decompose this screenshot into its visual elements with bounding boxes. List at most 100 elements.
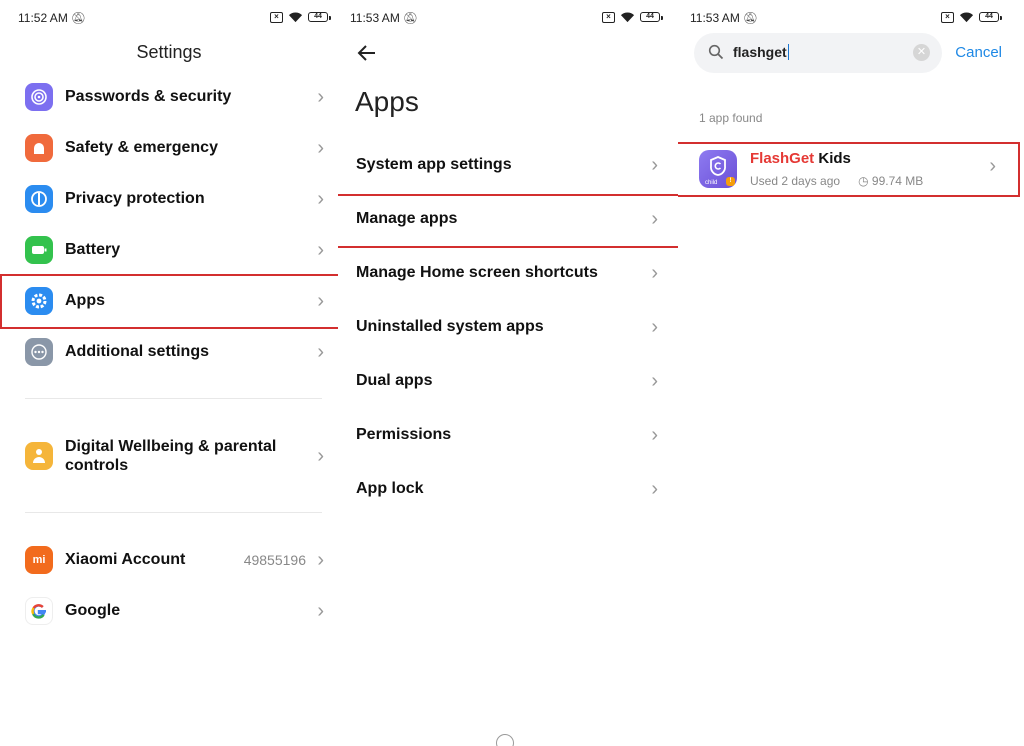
- settings-item-digital-wellbeing[interactable]: Digital Wellbeing & parental controls ›: [0, 430, 338, 482]
- settings-item-battery[interactable]: Battery ›: [0, 225, 338, 275]
- chevron-right-icon: ›: [317, 136, 324, 159]
- chevron-right-icon: ›: [317, 238, 324, 261]
- apps-item-manage-apps[interactable]: Manage apps ›: [338, 193, 678, 245]
- app-name-match: FlashGet: [750, 150, 815, 167]
- chevron-right-icon: ›: [317, 444, 324, 467]
- fingerprint-icon: [25, 83, 53, 111]
- status-bar: 11:52 AM 🔕︎ × 44: [0, 10, 338, 26]
- back-arrow-icon[interactable]: [356, 42, 378, 64]
- status-time-text: 11:53 AM: [690, 11, 740, 25]
- settings-item-google[interactable]: Google ›: [0, 586, 338, 636]
- mute-icon: 🔕︎: [402, 11, 419, 25]
- chevron-right-icon: ›: [317, 187, 324, 210]
- status-bar: 11:53 AM 🔕︎ × 44: [338, 10, 678, 26]
- settings-item-label: Safety & emergency: [65, 139, 218, 156]
- status-time-text: 11:52 AM: [18, 11, 68, 25]
- more-icon: [25, 338, 53, 366]
- search-query: flashget: [733, 44, 787, 60]
- chevron-right-icon: ›: [651, 369, 658, 392]
- clock-icon: ◷: [858, 174, 869, 188]
- wifi-icon: [959, 12, 974, 23]
- google-icon: [25, 597, 53, 625]
- home-indicator-icon: [496, 734, 514, 746]
- settings-item-safety-emergency[interactable]: Safety & emergency ›: [0, 123, 338, 173]
- chevron-right-icon: ›: [317, 289, 324, 312]
- sim-icon: ×: [270, 11, 283, 23]
- mi-icon: mi: [25, 546, 53, 574]
- apps-item-label: Permissions: [356, 426, 452, 443]
- chevron-right-icon: ›: [317, 599, 324, 622]
- apps-item-label: Manage Home screen shortcuts: [356, 264, 598, 281]
- apps-item-label: Uninstalled system apps: [356, 318, 544, 335]
- settings-item-label: Additional settings: [65, 343, 209, 360]
- apps-item-label: System app settings: [356, 156, 512, 173]
- apps-item-uninstalled-system-apps[interactable]: Uninstalled system apps ›: [338, 301, 678, 353]
- clear-icon[interactable]: ✕: [913, 44, 930, 61]
- settings-screen: 11:52 AM 🔕︎ × 44 Settings Passwords & sec…: [0, 0, 338, 746]
- mute-icon: 🔕︎: [70, 11, 87, 25]
- settings-item-label: Battery: [65, 241, 121, 258]
- search-input[interactable]: flashget ✕: [694, 33, 942, 73]
- sim-icon: ×: [602, 11, 615, 23]
- settings-item-xiaomi-account[interactable]: mi Xiaomi Account 49855196 ›: [0, 535, 338, 585]
- app-meta: Used 2 days ago ◷ 99.74 MB: [750, 174, 923, 188]
- battery-status-icon: 44: [979, 12, 1002, 22]
- mute-icon: 🔕︎: [742, 11, 759, 25]
- settings-item-label: Google: [65, 602, 121, 619]
- status-time: 11:53 AM 🔕︎: [690, 11, 758, 25]
- apps-item-permissions[interactable]: Permissions ›: [338, 409, 678, 461]
- sim-icon: ×: [941, 11, 954, 23]
- battery-icon: [25, 236, 53, 264]
- chevron-right-icon: ›: [317, 85, 324, 108]
- chevron-right-icon: ›: [317, 340, 324, 363]
- status-bar: 11:53 AM 🔕︎ × 44: [678, 10, 1024, 26]
- text-caret: [787, 44, 790, 60]
- settings-item-apps[interactable]: Apps ›: [0, 276, 338, 326]
- privacy-icon: [25, 185, 53, 213]
- flashget-kids-app-icon: child !: [699, 150, 737, 188]
- page-title: Settings: [136, 42, 202, 62]
- search-result-flashget-kids[interactable]: child ! FlashGet Kids Used 2 days ago ◷ …: [678, 141, 1024, 196]
- settings-item-label: Apps: [65, 292, 105, 309]
- battery-status-icon: 44: [308, 12, 331, 22]
- chevron-right-icon: ›: [651, 261, 658, 284]
- app-name-rest: Kids: [814, 150, 851, 167]
- status-time: 11:53 AM 🔕︎: [350, 11, 418, 25]
- gear-icon: [25, 287, 53, 315]
- settings-item-passwords-security[interactable]: Passwords & security ›: [0, 72, 338, 122]
- page-title: Apps: [355, 86, 419, 117]
- app-name: FlashGet Kids: [750, 150, 851, 167]
- account-id: 49855196: [243, 552, 306, 568]
- chevron-right-icon: ›: [317, 548, 324, 571]
- chevron-right-icon: ›: [651, 423, 658, 446]
- battery-status-icon: 44: [640, 12, 663, 22]
- app-icon-label: child: [705, 180, 718, 186]
- search-icon: [708, 44, 724, 60]
- settings-item-label: Xiaomi Account: [65, 551, 186, 568]
- last-used: Used 2 days ago: [750, 174, 841, 188]
- chevron-right-icon: ›: [651, 315, 658, 338]
- apps-item-label: Dual apps: [356, 372, 433, 389]
- apps-item-app-lock[interactable]: App lock ›: [338, 463, 678, 515]
- settings-item-additional-settings[interactable]: Additional settings ›: [0, 327, 338, 377]
- cancel-button[interactable]: Cancel: [955, 44, 1002, 61]
- results-count: 1 app found: [699, 111, 763, 125]
- app-size: 99.74 MB: [871, 174, 924, 188]
- status-time-text: 11:53 AM: [350, 11, 400, 25]
- shield-icon: [710, 156, 726, 176]
- emergency-icon: [25, 134, 53, 162]
- apps-item-dual-apps[interactable]: Dual apps ›: [338, 355, 678, 407]
- apps-item-manage-home-shortcuts[interactable]: Manage Home screen shortcuts ›: [338, 247, 678, 299]
- chevron-right-icon: ›: [651, 477, 658, 500]
- wifi-icon: [288, 12, 303, 23]
- divider: [25, 398, 322, 399]
- apps-screen: 11:53 AM 🔕︎ × 44 Apps System app settings…: [338, 0, 678, 746]
- chevron-right-icon: ›: [651, 207, 658, 230]
- search-query-wrap: flashget: [733, 44, 790, 60]
- settings-item-privacy-protection[interactable]: Privacy protection ›: [0, 174, 338, 224]
- settings-item-label: Digital Wellbeing & parental controls: [65, 438, 277, 474]
- apps-item-label: Manage apps: [356, 210, 458, 227]
- chevron-right-icon: ›: [989, 155, 996, 177]
- apps-item-system-app-settings[interactable]: System app settings ›: [338, 139, 678, 191]
- status-time: 11:52 AM 🔕︎: [18, 11, 86, 25]
